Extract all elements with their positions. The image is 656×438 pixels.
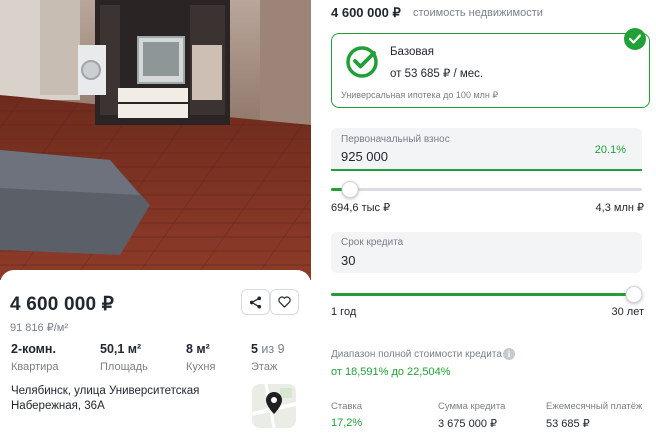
loan-term-slider[interactable] xyxy=(331,286,643,304)
loan-term-field[interactable]: Срок кредита 30 xyxy=(331,232,642,273)
heart-icon xyxy=(278,296,291,308)
listing-price: 4 600 000 ₽ xyxy=(10,294,115,315)
feature-label: Кухня xyxy=(186,361,216,373)
feature-floor: 5 из 9 Этаж xyxy=(251,342,311,373)
cost-range-label: Диапазон полной стоимости кредита xyxy=(331,349,502,360)
listing-card: 4 600 000 ₽ 91 816 ₽/м² 2-комн. Квартира… xyxy=(0,0,311,438)
loan-term-max: 30 лет xyxy=(611,306,644,318)
program-payment: от 53 685 ₽ / мес. xyxy=(390,68,484,80)
cost-range-value: от 18,591% до 22,504% xyxy=(331,366,451,378)
favorite-button[interactable] xyxy=(270,289,299,315)
feature-rooms: 2-комн. Квартира xyxy=(11,342,81,373)
feature-value: 50,1 м² xyxy=(100,342,142,356)
down-payment-slider[interactable] xyxy=(331,181,642,199)
feature-value: 8 м² xyxy=(186,342,210,356)
share-icon xyxy=(249,295,262,309)
summary-rate: Ставка 17,2% xyxy=(331,401,362,429)
feature-kitchen: 8 м² Кухня xyxy=(186,342,256,373)
feature-value: 2-комн. xyxy=(11,342,56,356)
feature-area: 50,1 м² Площадь xyxy=(100,342,170,373)
floor-total: из 9 xyxy=(257,342,285,356)
summary-label: Сумма кредита xyxy=(438,401,506,412)
summary-loan-amount: Сумма кредита 3 675 000 ₽ xyxy=(438,401,505,430)
slider-fill xyxy=(331,293,634,296)
summary-value: 3 675 000 ₽ xyxy=(438,418,497,430)
program-card-basic[interactable]: Базовая от 53 685 ₽ / мес. Универсальная… xyxy=(331,33,650,108)
slider-thumb[interactable] xyxy=(625,286,643,303)
program-name: Базовая xyxy=(390,46,434,58)
down-payment-max: 4,3 млн ₽ xyxy=(595,202,644,214)
mortgage-calculator: 4 600 000 ₽ стоимость недвижимости Базов… xyxy=(320,0,656,438)
summary-value: 17,2% xyxy=(331,417,363,429)
property-price-label: стоимость недвижимости xyxy=(413,7,543,19)
apartment-photo[interactable] xyxy=(0,0,311,280)
down-payment-percent: 20.1% xyxy=(594,144,626,156)
share-button[interactable] xyxy=(241,289,270,315)
price-per-m2: 91 816 ₽/м² xyxy=(10,322,68,334)
slider-track xyxy=(331,188,642,191)
summary-label: Ежемесячный платёж xyxy=(546,401,643,412)
listing-address: Челябинск, улица Университетская Набереж… xyxy=(11,385,200,412)
summary-label: Ставка xyxy=(331,401,363,412)
floor-number: 5 xyxy=(251,342,258,356)
property-price: 4 600 000 ₽ xyxy=(331,5,401,20)
summary-monthly-payment: Ежемесячный платёж 53 685 ₽ xyxy=(546,401,642,430)
program-description: Универсальная ипотека до 100 млн ₽ xyxy=(341,90,499,100)
down-payment-label: Первоначальный взнос xyxy=(341,134,450,145)
feature-label: Квартира xyxy=(11,361,59,373)
selected-check-icon xyxy=(624,28,646,50)
loan-term-input[interactable]: 30 xyxy=(341,253,355,268)
loan-term-min: 1 год xyxy=(331,306,357,318)
sber-logo-icon xyxy=(345,45,379,84)
down-payment-min: 694,6 тыс ₽ xyxy=(331,202,391,214)
down-payment-field[interactable]: Первоначальный взнос 925 000 20.1% xyxy=(331,128,642,171)
feature-label: Этаж xyxy=(251,361,278,373)
summary-value: 53 685 ₽ xyxy=(546,418,590,430)
info-icon[interactable]: i xyxy=(503,348,515,360)
loan-term-label: Срок кредита xyxy=(341,237,404,248)
listing-info: 4 600 000 ₽ 91 816 ₽/м² 2-комн. Квартира… xyxy=(0,270,311,438)
map-thumbnail[interactable] xyxy=(252,384,296,428)
feature-value: 5 из 9 xyxy=(251,342,311,356)
slider-thumb[interactable] xyxy=(341,181,359,198)
field-underline xyxy=(331,169,642,171)
feature-label: Площадь xyxy=(100,361,148,373)
down-payment-input[interactable]: 925 000 xyxy=(341,149,388,164)
